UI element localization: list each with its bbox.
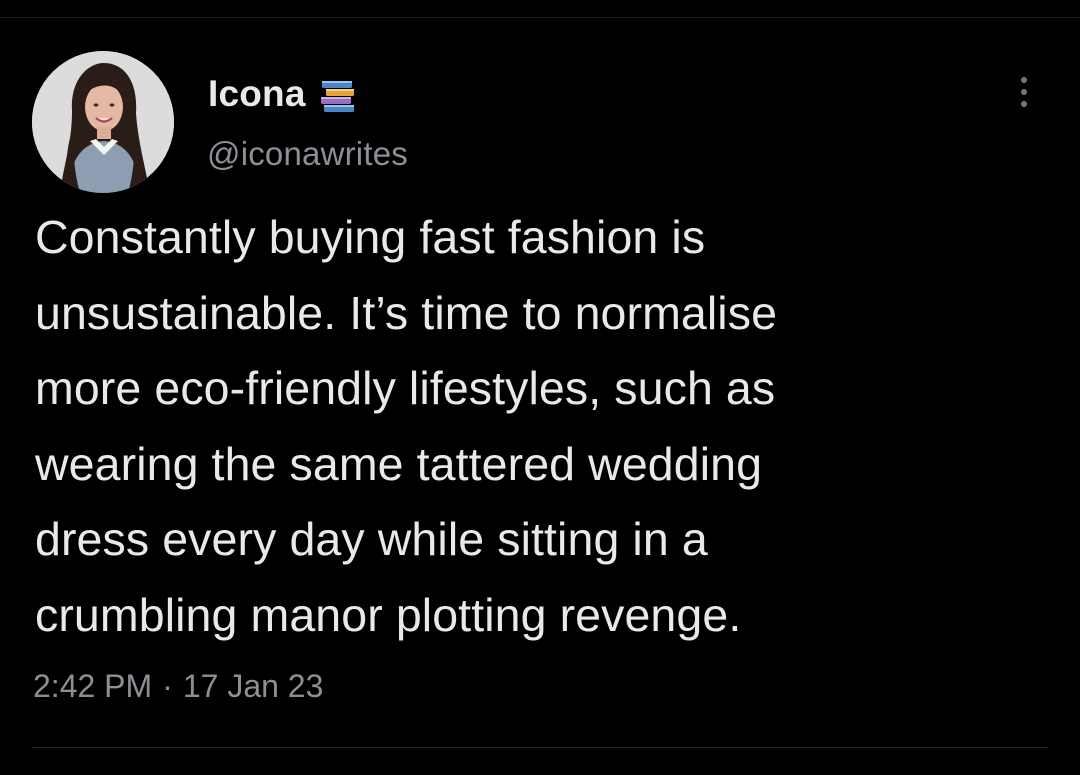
display-name[interactable]: Icona (208, 73, 306, 115)
author-name-row[interactable]: Icona (208, 70, 356, 118)
tweet-timestamp[interactable]: 2:42 PM · 17 Jan 23 (33, 668, 323, 705)
bottom-divider (32, 747, 1048, 748)
tweet-text: Constantly buying fast fashion is unsust… (35, 211, 778, 641)
avatar[interactable] (32, 51, 174, 193)
tweet-time[interactable]: 2:42 PM (33, 668, 152, 705)
author-handle[interactable]: @iconawrites (207, 135, 408, 173)
avatar-photo (32, 51, 174, 193)
more-options-icon[interactable] (1012, 72, 1036, 112)
tweet-card: Icona @iconawrites Constantly buying fas… (0, 0, 1080, 775)
books-icon (320, 80, 356, 114)
tweet-date[interactable]: 17 Jan 23 (183, 668, 324, 705)
timestamp-separator: · (162, 668, 173, 704)
